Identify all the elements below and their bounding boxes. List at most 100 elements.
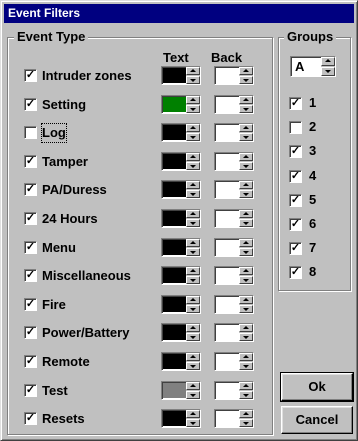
event-type-checkbox[interactable]: ✓: [24, 69, 37, 82]
arrow-up-icon[interactable]: [186, 295, 200, 304]
arrow-down-icon[interactable]: [239, 419, 253, 428]
group-selector-spinner[interactable]: A: [290, 56, 336, 77]
arrow-up-icon[interactable]: [186, 381, 200, 390]
arrow-up-icon[interactable]: [239, 210, 253, 218]
event-type-checkbox[interactable]: ✓: [24, 240, 37, 254]
arrow-up-icon[interactable]: [186, 67, 200, 75]
arrow-down-icon[interactable]: [186, 247, 200, 256]
text-color-spinner[interactable]: [161, 380, 201, 400]
arrow-up-icon[interactable]: [239, 410, 253, 419]
group-checkbox[interactable]: ✓: [289, 242, 302, 256]
arrow-down-icon[interactable]: [186, 304, 200, 313]
arrow-down-icon[interactable]: [239, 161, 253, 170]
arrow-down-icon[interactable]: [186, 419, 200, 428]
text-color-spinner[interactable]: [161, 123, 201, 143]
back-color-spinner[interactable]: [214, 180, 254, 200]
arrow-down-icon[interactable]: [186, 190, 200, 199]
back-color-spinner[interactable]: [214, 151, 254, 171]
group-checkbox[interactable]: ✓: [289, 169, 302, 183]
arrow-up-icon[interactable]: [186, 324, 200, 333]
arrow-down-icon[interactable]: [239, 304, 253, 313]
back-color-spinner[interactable]: [214, 66, 254, 85]
arrow-down-icon[interactable]: [239, 333, 253, 342]
arrow-down-icon[interactable]: [186, 362, 200, 370]
event-type-checkbox[interactable]: ✓: [24, 183, 37, 197]
back-color-spinner[interactable]: [214, 237, 254, 257]
arrow-down-icon[interactable]: [239, 362, 253, 370]
text-color-spinner[interactable]: [161, 409, 201, 429]
arrow-down-icon[interactable]: [239, 133, 253, 142]
event-type-checkbox[interactable]: ✓: [24, 269, 37, 283]
arrow-down-icon[interactable]: [186, 104, 200, 113]
group-checkbox[interactable]: ✓: [289, 97, 302, 110]
text-color-spinner[interactable]: [161, 180, 201, 200]
text-color-spinner[interactable]: [161, 66, 201, 85]
text-color-spinner[interactable]: [161, 266, 201, 286]
arrow-down-icon[interactable]: [186, 219, 200, 227]
event-type-checkbox[interactable]: ✓: [24, 154, 37, 168]
arrow-down-icon[interactable]: [186, 161, 200, 170]
arrow-down-icon[interactable]: [239, 219, 253, 227]
back-color-spinner[interactable]: [214, 294, 254, 314]
event-type-checkbox[interactable]: ✓: [24, 355, 37, 368]
ok-button[interactable]: Ok: [280, 372, 354, 402]
arrow-up-icon[interactable]: [239, 238, 253, 247]
arrow-up-icon[interactable]: [186, 152, 200, 161]
arrow-down-icon[interactable]: [239, 276, 253, 285]
arrow-up-icon[interactable]: [239, 295, 253, 304]
group-checkbox[interactable]: ✓: [289, 193, 302, 207]
arrow-up-icon[interactable]: [239, 181, 253, 190]
arrow-up-icon[interactable]: [186, 238, 200, 247]
arrow-up-icon[interactable]: [186, 353, 200, 361]
event-type-checkbox[interactable]: ✓: [24, 212, 37, 225]
arrow-down-icon[interactable]: [186, 333, 200, 342]
text-color-spinner[interactable]: [161, 237, 201, 257]
arrow-down-icon[interactable]: [239, 247, 253, 256]
back-color-spinner[interactable]: [214, 123, 254, 143]
event-type-checkbox[interactable]: ✓: [24, 383, 37, 397]
arrow-up-icon[interactable]: [239, 324, 253, 333]
arrow-up-icon[interactable]: [186, 124, 200, 133]
arrow-up-icon[interactable]: [239, 124, 253, 133]
group-checkbox[interactable]: ✓: [289, 218, 302, 231]
arrow-up-icon[interactable]: [239, 353, 253, 361]
arrow-up-icon[interactable]: [239, 95, 253, 104]
text-color-spinner[interactable]: [161, 294, 201, 314]
back-color-spinner[interactable]: [214, 209, 254, 228]
arrow-up-icon[interactable]: [186, 181, 200, 190]
text-color-spinner[interactable]: [161, 209, 201, 228]
back-color-spinner[interactable]: [214, 380, 254, 400]
arrow-up-icon[interactable]: [186, 210, 200, 218]
arrow-up-icon[interactable]: [239, 381, 253, 390]
text-color-spinner[interactable]: [161, 352, 201, 371]
arrow-up-icon[interactable]: [239, 267, 253, 276]
back-color-spinner[interactable]: [214, 94, 254, 114]
group-checkbox[interactable]: ✓: [289, 266, 302, 280]
arrow-down-icon[interactable]: [239, 190, 253, 199]
text-color-spinner[interactable]: [161, 94, 201, 114]
event-type-checkbox[interactable]: ✓: [24, 297, 37, 311]
group-checkbox[interactable]: [289, 121, 302, 135]
arrow-up-icon[interactable]: [186, 410, 200, 419]
arrow-up-icon[interactable]: [239, 67, 253, 75]
event-type-checkbox[interactable]: [24, 126, 37, 140]
text-color-spinner[interactable]: [161, 323, 201, 343]
arrow-down-icon[interactable]: [239, 76, 253, 84]
arrow-down-icon[interactable]: [186, 76, 200, 84]
group-checkbox[interactable]: ✓: [289, 145, 302, 159]
arrow-up-icon[interactable]: [321, 57, 335, 66]
back-color-spinner[interactable]: [214, 409, 254, 429]
arrow-down-icon[interactable]: [239, 390, 253, 399]
event-type-checkbox[interactable]: ✓: [24, 326, 37, 340]
text-color-spinner[interactable]: [161, 151, 201, 171]
arrow-down-icon[interactable]: [186, 390, 200, 399]
event-type-checkbox[interactable]: ✓: [24, 97, 37, 111]
arrow-down-icon[interactable]: [239, 104, 253, 113]
arrow-down-icon[interactable]: [321, 67, 335, 76]
arrow-down-icon[interactable]: [186, 276, 200, 285]
cancel-button[interactable]: Cancel: [281, 406, 353, 434]
back-color-spinner[interactable]: [214, 352, 254, 371]
arrow-up-icon[interactable]: [239, 152, 253, 161]
arrow-up-icon[interactable]: [186, 95, 200, 104]
back-color-spinner[interactable]: [214, 323, 254, 343]
